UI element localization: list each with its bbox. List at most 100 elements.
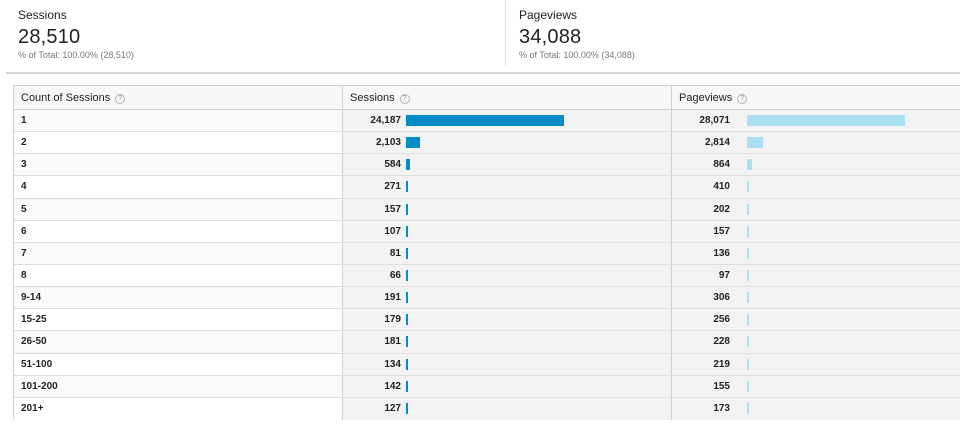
cell-pageviews: 256 bbox=[671, 309, 960, 331]
cell-pageviews: 155 bbox=[671, 375, 960, 397]
pageviews-bar bbox=[747, 203, 749, 215]
cell-sessions: 181 bbox=[342, 331, 671, 353]
sessions-bar bbox=[406, 336, 408, 348]
metric-pageviews-percent: % of Total: 100.00% (34,088) bbox=[519, 50, 635, 60]
cell-sessions: 584 bbox=[342, 154, 671, 176]
help-icon[interactable]: ? bbox=[399, 94, 410, 104]
cell-pageviews: 410 bbox=[671, 176, 960, 198]
pageviews-value: 2,814 bbox=[704, 137, 730, 149]
sessions-value: 181 bbox=[384, 336, 401, 348]
cell-pageviews: 202 bbox=[671, 198, 960, 220]
cell-pageviews: 97 bbox=[671, 264, 960, 287]
sessions-bar bbox=[406, 358, 408, 370]
cell-count-of-sessions: 201+ bbox=[14, 397, 342, 420]
sessions-value: 157 bbox=[384, 203, 401, 215]
cell-sessions: 127 bbox=[342, 397, 671, 420]
data-table: Count of Sessions? Sessions? Pageviews? … bbox=[13, 85, 960, 420]
sessions-value: 81 bbox=[389, 247, 401, 259]
table-row[interactable]: 4 271 410 bbox=[14, 176, 960, 199]
pageviews-value: 306 bbox=[713, 292, 730, 304]
sessions-bar bbox=[406, 269, 408, 281]
table-row[interactable]: 26-50 181 228 bbox=[14, 331, 960, 354]
table-row[interactable]: 15-25 179 256 bbox=[14, 309, 960, 332]
cell-sessions: 191 bbox=[342, 287, 671, 309]
metric-sessions[interactable]: Sessions 28,510 % of Total: 100.00% (28,… bbox=[18, 0, 498, 66]
row-label: 6 bbox=[21, 225, 27, 237]
sessions-bar bbox=[406, 137, 420, 149]
table-row[interactable]: 3 584 864 bbox=[14, 154, 960, 177]
sessions-bar bbox=[406, 225, 408, 237]
cell-count-of-sessions: 101-200 bbox=[14, 375, 342, 397]
sessions-value: 107 bbox=[384, 225, 401, 237]
sessions-bar bbox=[406, 314, 408, 326]
cell-sessions: 271 bbox=[342, 176, 671, 198]
sessions-value: 179 bbox=[384, 314, 401, 326]
table-row[interactable]: 1 24,187 28,071 bbox=[14, 110, 960, 133]
header-count-of-sessions[interactable]: Count of Sessions? bbox=[14, 86, 342, 110]
cell-count-of-sessions: 7 bbox=[14, 242, 342, 264]
row-label: 26-50 bbox=[21, 336, 47, 348]
row-label: 8 bbox=[21, 269, 27, 281]
cell-pageviews: 864 bbox=[671, 154, 960, 176]
sessions-bar bbox=[406, 159, 410, 171]
table-row[interactable]: 51-100 134 219 bbox=[14, 353, 960, 376]
table-row[interactable]: 2 2,103 2,814 bbox=[14, 132, 960, 155]
header-count-label: Count of Sessions bbox=[21, 92, 111, 104]
pageviews-bar bbox=[747, 247, 749, 259]
help-icon[interactable]: ? bbox=[115, 94, 126, 104]
cell-sessions: 24,187 bbox=[342, 110, 671, 132]
table-row[interactable]: 101-200 142 155 bbox=[14, 375, 960, 398]
sessions-bar bbox=[406, 380, 408, 392]
cell-sessions: 66 bbox=[342, 264, 671, 287]
pageviews-bar bbox=[747, 181, 749, 193]
cell-sessions: 2,103 bbox=[342, 132, 671, 154]
sessions-value: 24,187 bbox=[370, 115, 401, 126]
pageviews-bar bbox=[747, 358, 749, 370]
table-row[interactable]: 8 66 97 bbox=[14, 264, 960, 288]
header-pageviews[interactable]: Pageviews? bbox=[671, 86, 960, 110]
pageviews-bar bbox=[747, 225, 749, 237]
cell-pageviews: 306 bbox=[671, 287, 960, 309]
pageviews-bar bbox=[747, 402, 749, 414]
pageviews-value: 256 bbox=[713, 314, 730, 326]
row-label: 7 bbox=[21, 247, 27, 259]
pageviews-bar bbox=[747, 137, 763, 149]
cell-count-of-sessions: 5 bbox=[14, 198, 342, 220]
table-header: Count of Sessions? Sessions? Pageviews? bbox=[14, 86, 960, 110]
metric-pageviews[interactable]: Pageviews 34,088 % of Total: 100.00% (34… bbox=[505, 0, 945, 66]
table-row[interactable]: 201+ 127 173 bbox=[14, 397, 960, 420]
table-body: 1 24,187 28,071 2 2,103 2,814 3 584 864 4 271 410 5 1… bbox=[14, 110, 960, 420]
sessions-bar bbox=[406, 181, 408, 193]
cell-sessions: 157 bbox=[342, 198, 671, 220]
summary-panel: Sessions 28,510 % of Total: 100.00% (28,… bbox=[6, 0, 960, 74]
table-row[interactable]: 9-14 191 306 bbox=[14, 287, 960, 310]
pageviews-value: 864 bbox=[713, 159, 730, 171]
row-label: 51-100 bbox=[21, 358, 53, 370]
table-row[interactable]: 7 81 136 bbox=[14, 242, 960, 265]
cell-pageviews: 173 bbox=[671, 397, 960, 420]
pageviews-bar bbox=[747, 314, 749, 326]
pageviews-value: 410 bbox=[713, 181, 730, 193]
cell-count-of-sessions: 1 bbox=[14, 110, 342, 132]
cell-pageviews: 136 bbox=[671, 242, 960, 264]
sessions-value: 134 bbox=[384, 358, 401, 370]
metric-pageviews-label: Pageviews bbox=[519, 8, 578, 22]
cell-pageviews: 28,071 bbox=[671, 110, 960, 132]
table-row[interactable]: 6 107 157 bbox=[14, 220, 960, 243]
pageviews-value: 173 bbox=[713, 402, 730, 414]
sessions-value: 584 bbox=[384, 159, 401, 171]
help-icon[interactable]: ? bbox=[737, 94, 748, 104]
sessions-bar bbox=[406, 203, 408, 215]
cell-pageviews: 228 bbox=[671, 331, 960, 353]
pageviews-value: 228 bbox=[713, 336, 730, 348]
table-row[interactable]: 5 157 202 bbox=[14, 198, 960, 221]
sessions-value: 66 bbox=[389, 269, 401, 281]
header-sessions[interactable]: Sessions? bbox=[342, 86, 671, 110]
row-label: 201+ bbox=[21, 402, 44, 414]
cell-pageviews: 219 bbox=[671, 353, 960, 375]
cell-count-of-sessions: 6 bbox=[14, 220, 342, 242]
pageviews-value: 28,071 bbox=[699, 115, 730, 126]
cell-count-of-sessions: 2 bbox=[14, 132, 342, 154]
sessions-value: 191 bbox=[384, 292, 401, 304]
row-label: 9-14 bbox=[21, 292, 42, 304]
